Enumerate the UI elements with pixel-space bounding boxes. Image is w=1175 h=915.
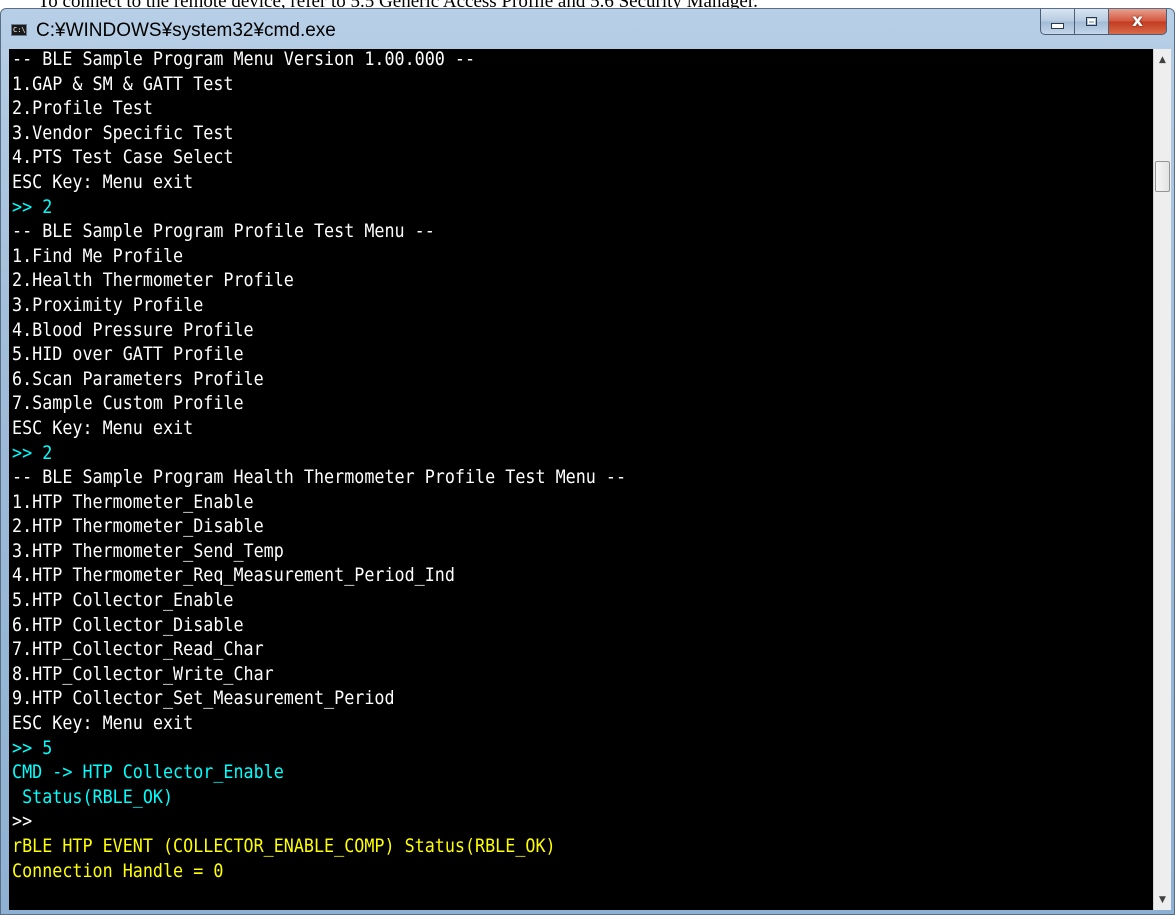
console-line: 2.Profile Test <box>12 97 153 120</box>
console-line: -- BLE Sample Program Health Thermometer… <box>12 466 627 489</box>
cmd-app-icon[interactable]: C:\ <box>11 24 27 36</box>
scrollbar-thumb[interactable] <box>1155 161 1170 192</box>
console-line: >> 5 <box>12 736 53 759</box>
console-line: 4.HTP Thermometer_Req_Measurement_Period… <box>12 564 455 587</box>
vertical-scrollbar[interactable]: ▲ ▼ <box>1153 49 1171 910</box>
close-icon: x <box>1132 11 1143 31</box>
console-line: rBLE HTP EVENT (COLLECTOR_ENABLE_COMP) S… <box>12 835 556 857</box>
console-line: ESC Key: Menu exit <box>12 416 194 439</box>
scroll-down-arrow-icon[interactable]: ▼ <box>1154 891 1171 908</box>
title-bar[interactable]: C:\ C:¥WINDOWS¥system32¥cmd.exe x <box>1 9 1174 49</box>
console-line: ESC Key: Menu exit <box>12 712 194 735</box>
console-line: 4.Blood Pressure Profile <box>12 318 254 341</box>
console-line: 4.PTS Test Case Select <box>12 146 234 169</box>
console-line: Connection Handle = 0 <box>12 859 224 882</box>
console-line: 9.HTP Collector_Set_Measurement_Period <box>12 687 395 710</box>
console-output[interactable]: -- BLE Sample Program Menu Version 1.00.… <box>9 49 1156 910</box>
console-line: >> <box>12 810 33 833</box>
console-line: 2.HTP Thermometer_Disable <box>12 515 264 538</box>
window-controls: x <box>1040 9 1167 37</box>
console-line: 5.HID over GATT Profile <box>12 343 244 366</box>
console-line: 1.HTP Thermometer_Enable <box>12 490 254 513</box>
console-line: 5.HTP Collector_Enable <box>12 589 234 612</box>
console-line: 7.HTP_Collector_Read_Char <box>12 638 264 661</box>
console-line: 7.Sample Custom Profile <box>12 392 244 415</box>
console-line: 8.HTP_Collector_Write_Char <box>12 662 274 685</box>
console-line: 1.GAP & SM & GATT Test <box>12 72 234 95</box>
console-line: 1.Find Me Profile <box>12 244 184 267</box>
console-line: 6.HTP Collector_Disable <box>12 613 244 636</box>
console-line: >> 2 <box>12 195 53 218</box>
console-line: 6.Scan Parameters Profile <box>12 367 264 390</box>
cmd-window: C:\ C:¥WINDOWS¥system32¥cmd.exe x -- BLE… <box>0 8 1175 915</box>
console-line: -- BLE Sample Program Profile Test Menu … <box>12 220 435 243</box>
minimize-icon <box>1051 22 1064 29</box>
console-lines: -- BLE Sample Program Menu Version 1.00.… <box>12 49 626 883</box>
console-line: 2.Health Thermometer Profile <box>12 269 294 292</box>
minimize-button[interactable] <box>1040 9 1075 35</box>
console-line: ESC Key: Menu exit <box>12 170 194 193</box>
console-line: 3.Vendor Specific Test <box>12 121 234 144</box>
console-line: CMD -> HTP Collector_Enable <box>12 761 284 784</box>
console-line: 3.Proximity Profile <box>12 293 204 316</box>
console-line: -- BLE Sample Program Menu Version 1.00.… <box>12 49 476 70</box>
console-line: >> 2 <box>12 441 53 464</box>
console-line: Status(RBLE_OK) <box>12 785 174 808</box>
console-line: 3.HTP Thermometer_Send_Temp <box>12 539 284 562</box>
maximize-icon <box>1086 17 1097 26</box>
close-button[interactable]: x <box>1109 9 1167 35</box>
scroll-up-arrow-icon[interactable]: ▲ <box>1154 51 1171 68</box>
window-title: C:¥WINDOWS¥system32¥cmd.exe <box>36 20 336 41</box>
maximize-button[interactable] <box>1075 9 1109 35</box>
